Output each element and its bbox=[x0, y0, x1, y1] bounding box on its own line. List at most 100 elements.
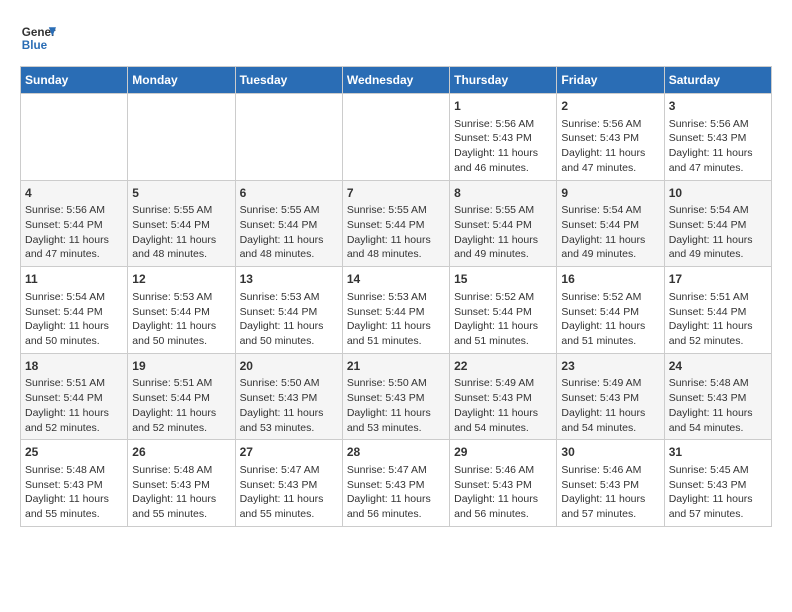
day-info: and 57 minutes. bbox=[561, 507, 659, 522]
day-info: Sunrise: 5:56 AM bbox=[25, 203, 123, 218]
day-info: and 51 minutes. bbox=[561, 334, 659, 349]
day-number: 17 bbox=[669, 271, 767, 288]
day-info: Daylight: 11 hours bbox=[561, 146, 659, 161]
day-number: 14 bbox=[347, 271, 445, 288]
day-info: Sunset: 5:44 PM bbox=[240, 218, 338, 233]
day-info: Sunset: 5:44 PM bbox=[561, 305, 659, 320]
day-info: Sunrise: 5:52 AM bbox=[454, 290, 552, 305]
day-info: Sunset: 5:43 PM bbox=[561, 131, 659, 146]
day-info: Sunset: 5:44 PM bbox=[240, 305, 338, 320]
day-number: 27 bbox=[240, 444, 338, 461]
day-info: Sunset: 5:44 PM bbox=[132, 305, 230, 320]
calendar-cell: 29Sunrise: 5:46 AMSunset: 5:43 PMDayligh… bbox=[450, 440, 557, 527]
day-info: Sunrise: 5:54 AM bbox=[561, 203, 659, 218]
day-info: Sunset: 5:44 PM bbox=[669, 218, 767, 233]
day-number: 18 bbox=[25, 358, 123, 375]
day-info: Sunset: 5:43 PM bbox=[561, 478, 659, 493]
day-info: Sunset: 5:43 PM bbox=[454, 391, 552, 406]
calendar-cell: 24Sunrise: 5:48 AMSunset: 5:43 PMDayligh… bbox=[664, 353, 771, 440]
day-info: and 48 minutes. bbox=[347, 247, 445, 262]
day-info: Daylight: 11 hours bbox=[132, 492, 230, 507]
calendar-cell: 7Sunrise: 5:55 AMSunset: 5:44 PMDaylight… bbox=[342, 180, 449, 267]
day-info: Sunset: 5:43 PM bbox=[454, 478, 552, 493]
day-number: 20 bbox=[240, 358, 338, 375]
day-info: and 53 minutes. bbox=[240, 421, 338, 436]
day-info: and 54 minutes. bbox=[454, 421, 552, 436]
svg-text:Blue: Blue bbox=[22, 39, 48, 52]
day-info: and 57 minutes. bbox=[669, 507, 767, 522]
day-number: 9 bbox=[561, 185, 659, 202]
day-info: Sunrise: 5:51 AM bbox=[25, 376, 123, 391]
day-header-tuesday: Tuesday bbox=[235, 67, 342, 94]
day-info: Sunrise: 5:49 AM bbox=[561, 376, 659, 391]
day-info: and 52 minutes. bbox=[669, 334, 767, 349]
day-number: 31 bbox=[669, 444, 767, 461]
day-info: Sunrise: 5:51 AM bbox=[132, 376, 230, 391]
day-info: and 50 minutes. bbox=[240, 334, 338, 349]
calendar-cell: 2Sunrise: 5:56 AMSunset: 5:43 PMDaylight… bbox=[557, 94, 664, 181]
calendar-cell: 30Sunrise: 5:46 AMSunset: 5:43 PMDayligh… bbox=[557, 440, 664, 527]
day-info: Sunrise: 5:45 AM bbox=[669, 463, 767, 478]
day-info: Daylight: 11 hours bbox=[25, 233, 123, 248]
day-info: and 52 minutes. bbox=[25, 421, 123, 436]
calendar-cell: 21Sunrise: 5:50 AMSunset: 5:43 PMDayligh… bbox=[342, 353, 449, 440]
week-row-3: 11Sunrise: 5:54 AMSunset: 5:44 PMDayligh… bbox=[21, 267, 772, 354]
day-info: Sunrise: 5:52 AM bbox=[561, 290, 659, 305]
day-info: Sunset: 5:43 PM bbox=[669, 131, 767, 146]
calendar-cell: 10Sunrise: 5:54 AMSunset: 5:44 PMDayligh… bbox=[664, 180, 771, 267]
day-header-wednesday: Wednesday bbox=[342, 67, 449, 94]
calendar-cell: 8Sunrise: 5:55 AMSunset: 5:44 PMDaylight… bbox=[450, 180, 557, 267]
day-number: 11 bbox=[25, 271, 123, 288]
day-number: 25 bbox=[25, 444, 123, 461]
day-info: Sunset: 5:43 PM bbox=[25, 478, 123, 493]
day-header-sunday: Sunday bbox=[21, 67, 128, 94]
calendar-cell bbox=[342, 94, 449, 181]
day-info: Sunset: 5:43 PM bbox=[240, 478, 338, 493]
day-info: Daylight: 11 hours bbox=[25, 406, 123, 421]
day-info: Sunrise: 5:54 AM bbox=[669, 203, 767, 218]
day-number: 12 bbox=[132, 271, 230, 288]
day-info: Daylight: 11 hours bbox=[240, 233, 338, 248]
day-info: Sunset: 5:43 PM bbox=[240, 391, 338, 406]
day-info: and 56 minutes. bbox=[347, 507, 445, 522]
day-info: Sunset: 5:44 PM bbox=[132, 391, 230, 406]
calendar-cell: 20Sunrise: 5:50 AMSunset: 5:43 PMDayligh… bbox=[235, 353, 342, 440]
day-info: Daylight: 11 hours bbox=[669, 406, 767, 421]
calendar-cell: 12Sunrise: 5:53 AMSunset: 5:44 PMDayligh… bbox=[128, 267, 235, 354]
day-info: and 47 minutes. bbox=[669, 161, 767, 176]
day-info: Sunrise: 5:55 AM bbox=[240, 203, 338, 218]
day-info: Daylight: 11 hours bbox=[240, 492, 338, 507]
day-info: and 56 minutes. bbox=[454, 507, 552, 522]
day-info: and 46 minutes. bbox=[454, 161, 552, 176]
day-number: 28 bbox=[347, 444, 445, 461]
day-info: and 50 minutes. bbox=[25, 334, 123, 349]
day-info: Sunrise: 5:47 AM bbox=[240, 463, 338, 478]
day-info: Sunset: 5:43 PM bbox=[561, 391, 659, 406]
day-number: 24 bbox=[669, 358, 767, 375]
calendar-cell: 14Sunrise: 5:53 AMSunset: 5:44 PMDayligh… bbox=[342, 267, 449, 354]
day-number: 3 bbox=[669, 98, 767, 115]
day-info: Sunset: 5:44 PM bbox=[561, 218, 659, 233]
day-info: and 47 minutes. bbox=[25, 247, 123, 262]
calendar-cell: 19Sunrise: 5:51 AMSunset: 5:44 PMDayligh… bbox=[128, 353, 235, 440]
day-info: and 51 minutes. bbox=[454, 334, 552, 349]
calendar-cell: 26Sunrise: 5:48 AMSunset: 5:43 PMDayligh… bbox=[128, 440, 235, 527]
day-info: Sunset: 5:43 PM bbox=[347, 391, 445, 406]
day-info: Daylight: 11 hours bbox=[132, 233, 230, 248]
day-info: Sunrise: 5:50 AM bbox=[347, 376, 445, 391]
day-info: Sunrise: 5:47 AM bbox=[347, 463, 445, 478]
day-number: 16 bbox=[561, 271, 659, 288]
day-info: Daylight: 11 hours bbox=[347, 233, 445, 248]
day-info: Sunrise: 5:50 AM bbox=[240, 376, 338, 391]
day-number: 19 bbox=[132, 358, 230, 375]
day-info: Sunset: 5:43 PM bbox=[347, 478, 445, 493]
day-info: Daylight: 11 hours bbox=[347, 492, 445, 507]
day-info: Daylight: 11 hours bbox=[454, 146, 552, 161]
day-info: Sunrise: 5:46 AM bbox=[561, 463, 659, 478]
day-info: Sunrise: 5:48 AM bbox=[25, 463, 123, 478]
day-header-friday: Friday bbox=[557, 67, 664, 94]
week-row-5: 25Sunrise: 5:48 AMSunset: 5:43 PMDayligh… bbox=[21, 440, 772, 527]
day-info: Sunset: 5:44 PM bbox=[454, 305, 552, 320]
day-info: Sunset: 5:44 PM bbox=[347, 305, 445, 320]
logo-icon: General Blue bbox=[20, 20, 56, 56]
